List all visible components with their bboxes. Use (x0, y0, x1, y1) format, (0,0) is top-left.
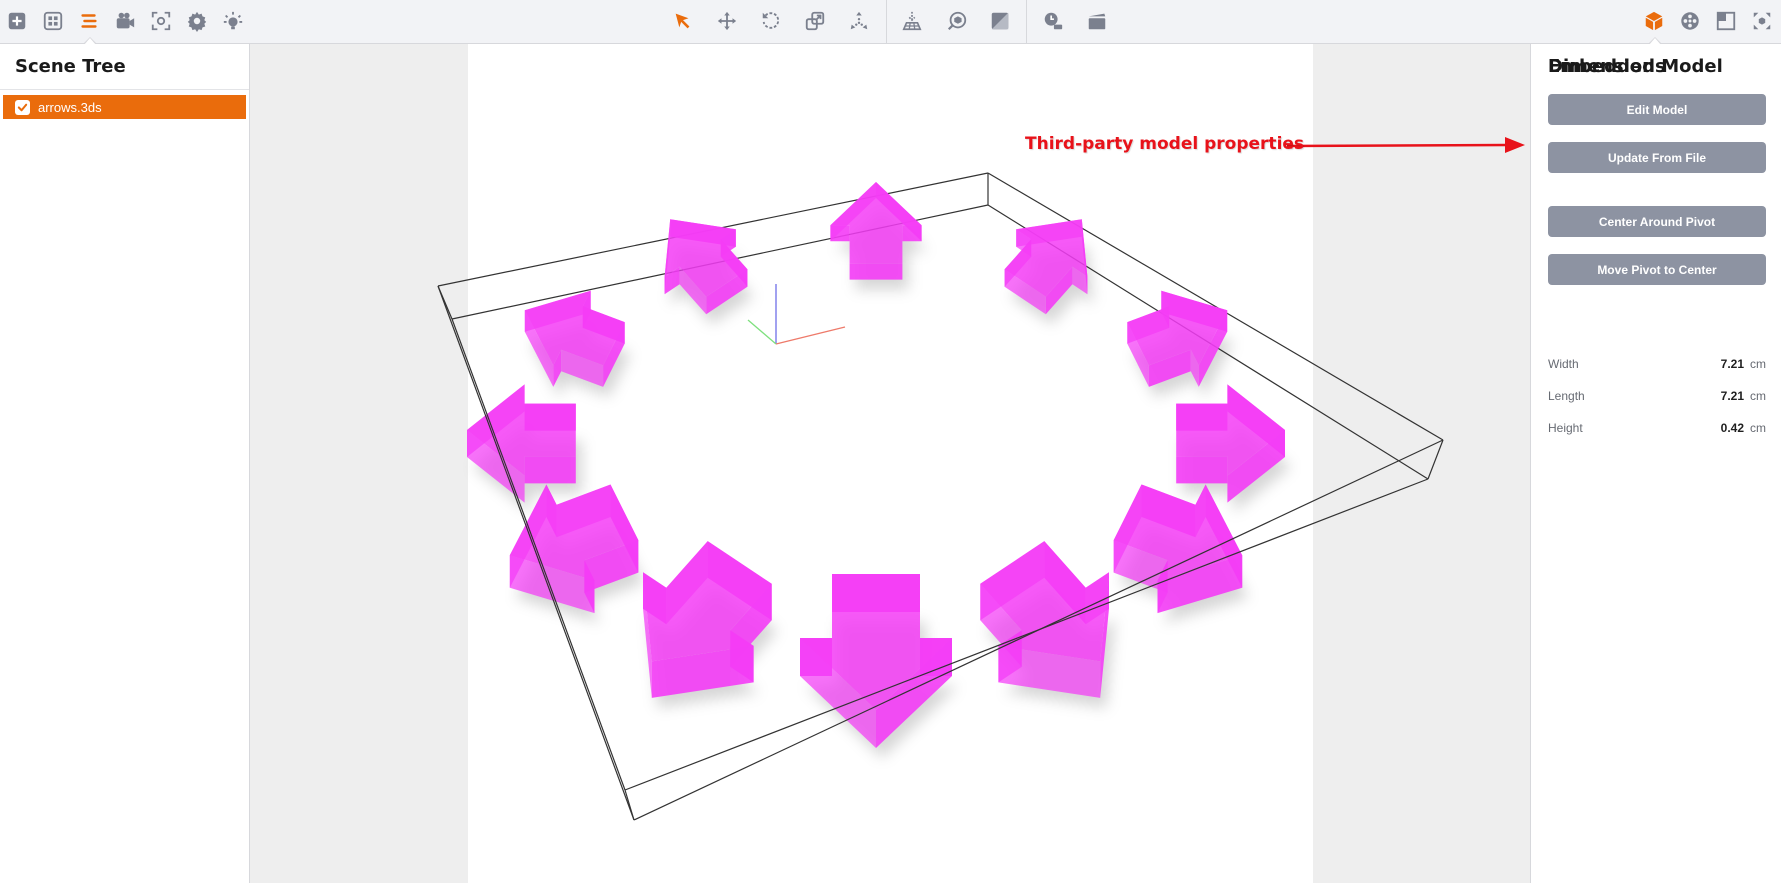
move-icon[interactable] (714, 8, 740, 34)
edit-model-button[interactable]: Edit Model (1548, 94, 1766, 125)
scene-tree-item[interactable]: arrows.3ds (3, 95, 246, 119)
dimension-label: Width (1548, 357, 1579, 371)
pivot-axis-gizmo (747, 284, 846, 345)
clapperboard-icon[interactable] (1084, 8, 1110, 34)
camera-icon[interactable] (112, 8, 138, 34)
fullscreen-icon[interactable] (1749, 8, 1775, 34)
dimension-label: Height (1548, 421, 1583, 435)
dimension-unit: cm (1750, 357, 1766, 371)
scene-tree-item-label: arrows.3ds (38, 99, 102, 115)
inspect-icon[interactable] (944, 8, 970, 34)
arrow-mesh[interactable] (524, 290, 625, 387)
dimension-value: 7.21 (1720, 357, 1744, 371)
bounding-box-edge (437, 285, 453, 320)
3d-viewport[interactable]: Third-party model properties (250, 44, 1530, 883)
dimension-row-length: Length 7.21 cm (1548, 387, 1766, 405)
arrow-mesh[interactable] (800, 574, 952, 748)
move-pivot-to-center-button[interactable]: Move Pivot to Center (1548, 254, 1766, 285)
checkmark-icon (17, 103, 28, 111)
arrow-side-face (1176, 456, 1228, 484)
dimensions-title: Dimensions (1548, 56, 1666, 77)
center-around-pivot-button[interactable]: Center Around Pivot (1548, 206, 1766, 237)
dimension-unit: cm (1750, 389, 1766, 403)
grid-icon[interactable] (40, 8, 66, 34)
arrow-mesh[interactable] (643, 541, 772, 698)
cube-icon[interactable] (1641, 8, 1667, 34)
visibility-checkbox[interactable] (15, 99, 30, 115)
dimension-row-height: Height 0.42 cm (1548, 419, 1766, 437)
texture-ball-icon[interactable] (1677, 8, 1703, 34)
annotation-label: Third-party model properties (1025, 134, 1305, 154)
main-toolbar (0, 0, 1781, 45)
list-icon[interactable] (76, 8, 102, 34)
dimension-label: Length (1548, 389, 1585, 403)
focus-icon[interactable] (148, 8, 174, 34)
animation-clock-icon[interactable] (1040, 8, 1066, 34)
dimension-row-width: Width 7.21 cm (1548, 355, 1766, 373)
gear-icon[interactable] (184, 8, 210, 34)
divider (0, 89, 249, 90)
arrows-model[interactable] (467, 182, 1285, 748)
rotate-icon[interactable] (758, 8, 784, 34)
arrow-side-face (830, 225, 850, 242)
axis-x (775, 326, 846, 345)
material-icon[interactable] (987, 8, 1013, 34)
scene-tree-title: Scene Tree (15, 56, 126, 77)
select-icon[interactable] (670, 8, 696, 34)
dimension-value: 7.21 (1720, 389, 1744, 403)
arrow-mesh[interactable] (980, 541, 1109, 698)
axis-y (747, 319, 777, 345)
toolbar-divider (1026, 0, 1027, 44)
distribute-icon[interactable] (846, 8, 872, 34)
add-icon[interactable] (4, 8, 30, 34)
arrow-side-face (849, 263, 903, 280)
properties-panel: Embedded Model Edit Model Update From Fi… (1530, 44, 1781, 883)
dimension-unit: cm (1750, 421, 1766, 435)
bounding-box-edge (624, 789, 635, 821)
panel-layout-icon[interactable] (1713, 8, 1739, 34)
update-from-file-button[interactable]: Update From File (1548, 142, 1766, 173)
annotation-arrow (1286, 137, 1525, 153)
light-icon[interactable] (220, 8, 246, 34)
arrow-side-face (524, 456, 576, 484)
dimension-value: 0.42 (1720, 421, 1744, 435)
scale-icon[interactable] (802, 8, 828, 34)
scene-tree-panel: Scene Tree arrows.3ds (0, 44, 250, 883)
toolbar-divider (886, 0, 887, 44)
scene-canvas[interactable] (250, 44, 1530, 883)
drop-to-floor-icon[interactable] (899, 8, 925, 34)
